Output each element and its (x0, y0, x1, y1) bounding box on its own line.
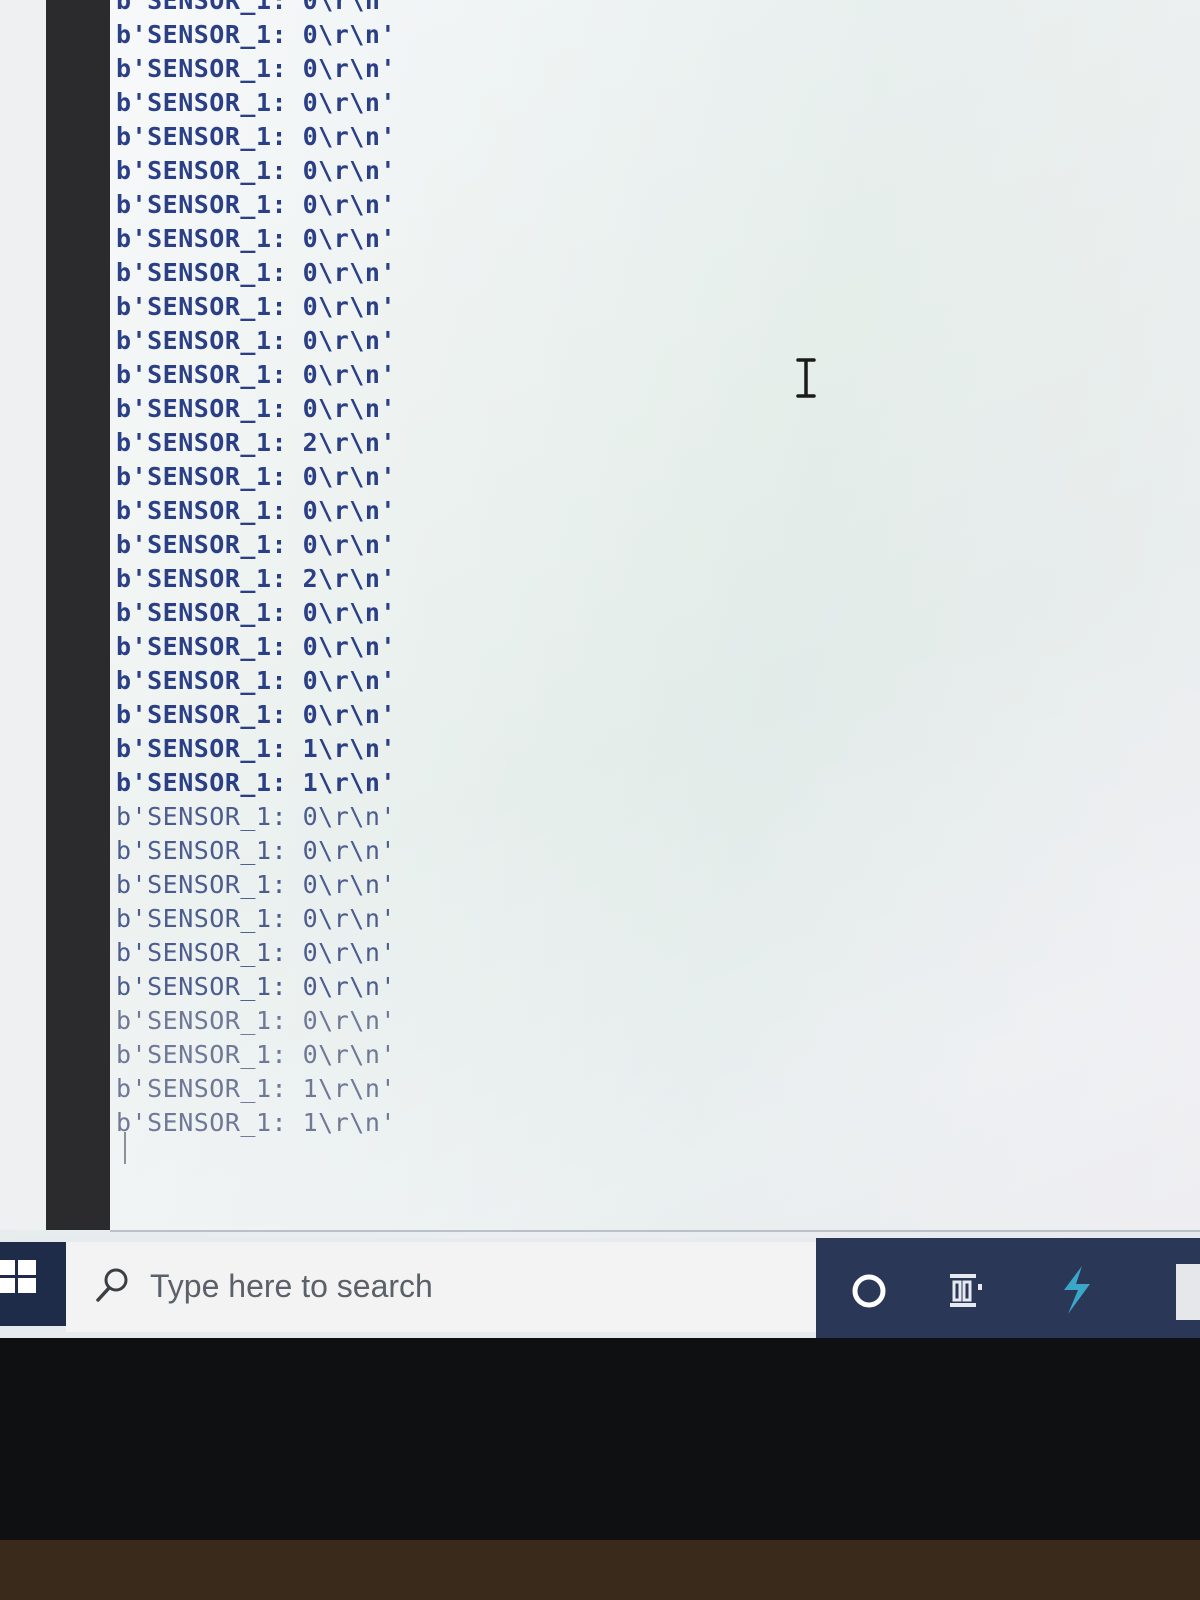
console-line: b'SENSOR_1: 0\r\n' (116, 292, 396, 321)
console-line: b'SENSOR_1: 0\r\n' (116, 496, 396, 525)
search-placeholder: Type here to search (150, 1268, 433, 1304)
console-line: b'SENSOR_1: 0\r\n' (116, 904, 396, 933)
console-line: b'SENSOR_1: 0\r\n' (116, 54, 396, 83)
console-line: b'SENSOR_1: 0\r\n' (116, 190, 396, 219)
ibeam-cursor-icon (796, 358, 816, 398)
console-line: b'SENSOR_1: 0\r\n' (116, 258, 396, 287)
console-line: b'SENSOR_1: 1\r\n' (116, 768, 396, 797)
line-gutter (46, 0, 110, 1230)
console-line: b'SENSOR_1: 0\r\n' (116, 700, 396, 729)
console-line: b'SENSOR_1: 0\r\n' (116, 326, 396, 355)
console-line: b'SENSOR_1: 0\r\n' (116, 394, 396, 423)
task-view-icon[interactable] (946, 1270, 986, 1310)
console-line: b'SENSOR_1: 1\r\n' (116, 734, 396, 763)
console-line: b'SENSOR_1: 0\r\n' (116, 156, 396, 185)
taskbar-search-box[interactable]: Type here to search (66, 1242, 816, 1332)
console-line: b'SENSOR_1: 1\r\n' (116, 1074, 396, 1103)
console-line: b'SENSOR_1: 0\r\n' (116, 20, 396, 49)
lightning-app-icon[interactable] (1056, 1264, 1096, 1316)
console-line: b'SENSOR_1: 0\r\n' (116, 462, 396, 491)
taskbar-app-tray (816, 1238, 1200, 1338)
console-line: b'SENSOR_1: 0\r\n' (116, 666, 396, 695)
console-line: b'SENSOR_1: 2\r\n' (116, 428, 396, 457)
console-line: b'SENSOR_1: 0\r\n' (116, 530, 396, 559)
console-line: b'SENSOR_1: 2\r\n' (116, 564, 396, 593)
taskbar-app-icon-partial[interactable] (1176, 1264, 1200, 1320)
console-line: b'SENSOR_1: 0\r\n' (116, 0, 396, 15)
start-button[interactable] (0, 1242, 66, 1326)
console-line: b'SENSOR_1: 0\r\n' (116, 88, 396, 117)
console-line: b'SENSOR_1: 1\r\n' (116, 1108, 396, 1137)
screen: b'SENSOR_1: 0\r\n' b'SENSOR_1: 0\r\n' b'SE… (0, 0, 1200, 1340)
console-line: b'SENSOR_1: 0\r\n' (116, 598, 396, 627)
windows-start-icon (0, 1260, 36, 1293)
console-output-panel[interactable]: b'SENSOR_1: 0\r\n' b'SENSOR_1: 0\r\n' b'SE… (110, 0, 1200, 1232)
console-line: b'SENSOR_1: 0\r\n' (116, 632, 396, 661)
console-line: b'SENSOR_1: 0\r\n' (116, 122, 396, 151)
console-line: b'SENSOR_1: 0\r\n' (116, 836, 396, 865)
console-line: b'SENSOR_1: 0\r\n' (116, 1040, 396, 1069)
console-output: b'SENSOR_1: 0\r\n' b'SENSOR_1: 0\r\n' b'SE… (116, 0, 396, 1140)
console-line: b'SENSOR_1: 0\r\n' (116, 938, 396, 967)
console-line: b'SENSOR_1: 0\r\n' (116, 360, 396, 389)
taskbar: Type here to search (0, 1238, 1200, 1338)
console-line: b'SENSOR_1: 0\r\n' (116, 802, 396, 831)
search-icon (96, 1268, 128, 1302)
console-line: b'SENSOR_1: 0\r\n' (116, 1006, 396, 1035)
cortana-circle-icon[interactable] (850, 1272, 888, 1310)
console-line: b'SENSOR_1: 0\r\n' (116, 972, 396, 1001)
text-cursor (124, 1132, 126, 1164)
console-line: b'SENSOR_1: 0\r\n' (116, 224, 396, 253)
console-line: b'SENSOR_1: 0\r\n' (116, 870, 396, 899)
desk-surface (0, 1540, 1200, 1600)
